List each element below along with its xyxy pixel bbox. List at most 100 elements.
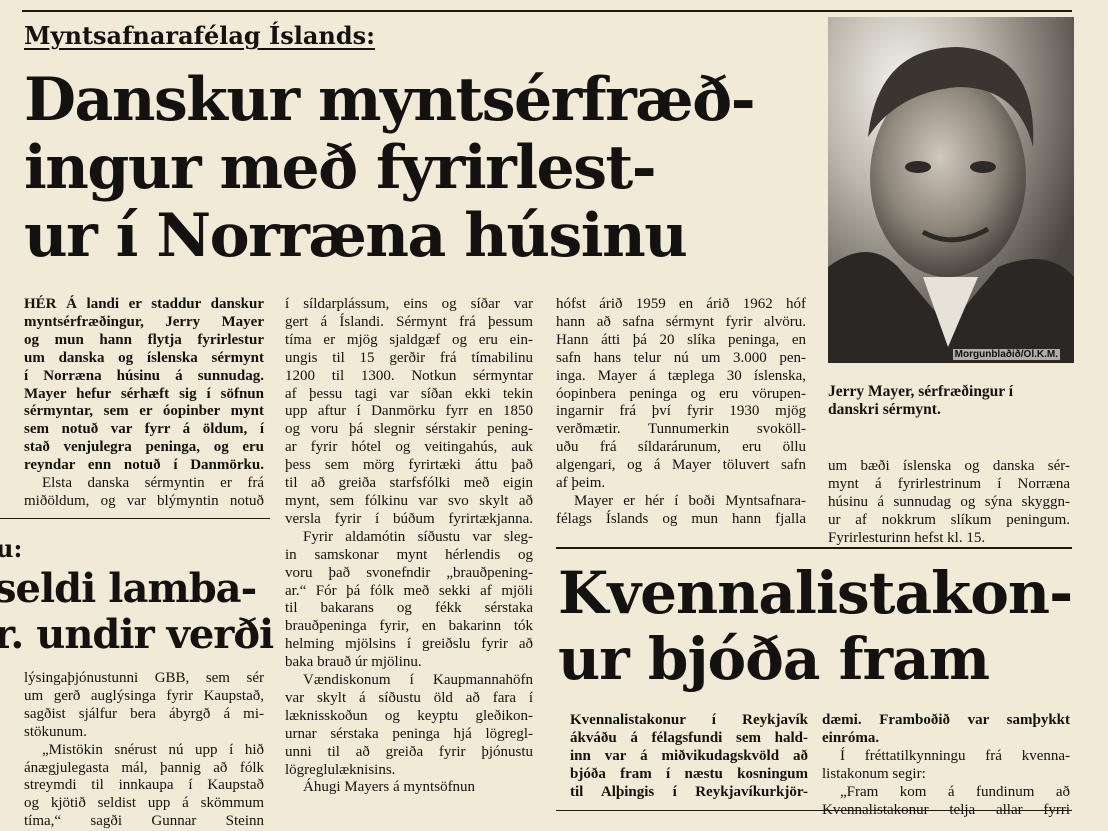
text-line: unni til að greiða fyrir þjónustu	[285, 743, 533, 760]
text-line: hófst árið 1959 en árið 1962 hóf	[556, 296, 806, 312]
text-line: ar fyrir hótel og veitingahús, auk	[285, 439, 533, 456]
text-line: myntsérfræðingur, Jerry Mayer	[24, 313, 264, 330]
text-line: baka brauð úr mjölinu.	[285, 654, 422, 671]
text-line: mynt á fyrirlestrinum í Norræna	[828, 475, 1070, 492]
column-rule	[0, 518, 270, 519]
text-line: Vændiskonum í Kaupmannahöfn	[303, 672, 533, 689]
text-line: bjóða fram í næstu kosningum	[570, 765, 808, 782]
text-line: upp aftur í Danmörku fyrr en 1850	[285, 403, 533, 420]
text-line: óopinbera peninga og eru vörupen-	[556, 385, 806, 402]
text-line: Í fréttatilkynningu frá kvenna-	[840, 747, 1070, 764]
headline-line: r. undir verði	[0, 611, 274, 658]
text-line: helming mjölsins í greiðslu fyrir að	[285, 636, 533, 653]
caption-line: Jerry Mayer, sérfræðingur í	[828, 383, 1014, 400]
article2-headline: seldi lamba- r. undir verði	[0, 566, 274, 658]
text-line: Kvennalistakonur í Reykjavík	[570, 712, 808, 728]
text-line: stökunum.	[24, 723, 87, 740]
article1-kicker: Myntsafnarafélag Íslands:	[24, 21, 376, 50]
text-line: hann að safna sérmynt fyrir alvöru.	[556, 313, 806, 330]
text-line: Elsta danska sérmyntin er frá	[42, 475, 264, 492]
text-line: ingarnir frá því fyrir 1930 mjög	[556, 403, 806, 420]
text-line: sem notuð var fyrr á öldum, í	[24, 421, 264, 438]
text-line: inga. Mayer á tæplega 30 íslenska,	[556, 367, 806, 384]
text-line: Mayer er hér í boði Myntsafnara-	[574, 492, 806, 509]
headline-line: ingur með fyrirlest-	[24, 133, 657, 203]
text-line: HÉR Á landi er staddur danskur	[24, 296, 264, 312]
photo-caption: Jerry Mayer, sérfræðingur í danskri sérm…	[828, 383, 1070, 419]
text-line: streymdi til innkaupa í Kaupstað	[24, 777, 264, 794]
text-line: dæmi. Framboðið var samþykkt	[822, 712, 1070, 728]
text-line: urnar sérstaka peninga hjá lögregl-	[285, 725, 533, 742]
text-line: Mayer hefur sérhæft sig í söfnun	[24, 385, 264, 402]
text-line: inn var á miðvikudagskvöld að	[570, 747, 808, 764]
text-line: og voru þá slegnir sérstakir pening-	[285, 421, 533, 438]
text-line: brauðpeninga fyrir, en bakarinn tók	[285, 618, 533, 635]
text-line: af þessu tagi var síðan ekki tekin	[285, 385, 533, 402]
section-rule	[556, 547, 1072, 549]
text-line: verðmætir. Tunnumerkin svoköll-	[556, 421, 806, 438]
text-line: lögreglulæknisins.	[285, 761, 396, 778]
text-line: gert á Íslandi. Sérmynt frá þessum	[285, 313, 533, 330]
article1-column-1: HÉR Á landi er staddur danskur myntsérfræ…	[24, 296, 264, 511]
text-line: í síldarplássum, eins og síðar var	[285, 296, 533, 312]
text-line: og kjötið seldist upp á skömmum	[24, 795, 264, 812]
text-line: ákváðu á félagsfundi sem hald-	[570, 729, 808, 746]
text-line: miðöldum, og var blýmyntin notuð	[24, 492, 264, 509]
article2-body: lýsingaþjónustunni GBB, sem sér um gerð a…	[24, 670, 264, 831]
text-line: félags Íslands og mun hann fjalla	[556, 510, 806, 527]
text-line: „Mistökin snérust nú upp í hið	[42, 741, 264, 758]
text-line: ar.“ Fór þá fólk með sekki af mjöli	[285, 582, 533, 599]
text-line: tíma,“ sagði Gunnar Steinn	[24, 813, 264, 830]
text-line: tíma er mjög sjaldgæf og eru ein-	[285, 331, 533, 348]
text-line: til bakarans og fékk sérstaka	[285, 600, 533, 617]
text-line: um gerð auglýsinga fyrir Kaupstað,	[24, 687, 264, 704]
article1-column-2: í síldarplássum, eins og síðar var gert á…	[285, 296, 533, 797]
text-line: var skylt á síðustu öld að fara í	[285, 689, 533, 706]
text-line: ungis til 15 gerðir frá tímabilinu	[285, 349, 533, 366]
text-line: ur af nokkrum slíkum peningum.	[828, 511, 1070, 528]
text-line: um danska og íslenska sérmynt	[24, 349, 264, 366]
text-line: til að greiða starfsfólki með eigin	[285, 475, 533, 492]
headline-line: Kvennalistakon-	[558, 559, 1073, 627]
article3-column-1: Kvennalistakonur í Reykjavík ákváðu á fél…	[570, 712, 808, 802]
text-line: læknisskoðun og keyptu gleðikon-	[285, 707, 533, 724]
text-line: listakonum segir:	[822, 765, 926, 782]
text-line: 1200 til 1300. Notkun sérmyntar	[285, 367, 533, 384]
article3-headline: Kvennalistakon- ur bjóða fram	[558, 559, 1073, 693]
text-line: til Alþingis í Reykjavíkurkjör-	[570, 783, 808, 800]
caption-line: danskri sérmynt.	[828, 401, 941, 418]
text-line: mynt, sem fólkinu var svo skylt að	[285, 492, 533, 509]
text-line: í Norræna húsinu á sunnudag.	[24, 367, 264, 384]
text-line: „Fram kom á fundinum að	[840, 783, 1070, 800]
headline-line: Danskur myntsérfræð-	[24, 65, 756, 135]
text-line: versla fyrir í búðum fyrirtækjanna.	[285, 510, 533, 527]
portrait-image	[828, 17, 1074, 363]
text-line: sérmyntar, sem er óopinber mynt	[24, 403, 264, 420]
text-line: in samskonar mynt hérlendis og	[285, 546, 533, 563]
text-line: af þeim.	[556, 475, 606, 492]
text-line: Hann átti þá 20 slíka peninga, en	[556, 331, 806, 348]
text-line: Fyrirlesturinn hefst kl. 15.	[828, 529, 986, 546]
photo-credit: Morgunblaðið/Ól.K.M.	[952, 349, 1060, 360]
text-line: algengari, og á Mayer töluvert safn	[556, 457, 806, 474]
text-line: og mun hann flytja fyrirlestur	[24, 331, 264, 348]
headline-line: ur bjóða fram	[558, 625, 990, 693]
text-line: Áhugi Mayers á myntsöfnun	[303, 779, 476, 796]
text-line: einróma.	[822, 729, 880, 746]
article3-column-2: dæmi. Framboðið var samþykkt einróma. Í fr…	[822, 712, 1070, 819]
text-line: reyndar enn notuð í Danmörku.	[24, 457, 264, 474]
text-line: húsinu á sunnudag og sýna skyggn-	[828, 493, 1070, 510]
portrait-photo: Morgunblaðið/Ól.K.M.	[828, 17, 1074, 363]
text-line: voru það svonefndir „brauðpening-	[285, 564, 533, 581]
text-line: sagðist sjálfur bera ábyrgð á mi-	[24, 705, 264, 722]
text-line: safn hans telur nú um 3.000 pen-	[556, 349, 806, 366]
article1-headline: Danskur myntsérfræð- ingur með fyrirlest…	[24, 65, 756, 271]
text-line: Fyrir aldamótin síðustu var sleg-	[303, 528, 533, 545]
article1-column-4: um bæði íslenska og danska sér-mynt á fy…	[828, 458, 1070, 548]
text-line: þess sem mörg fyrirtæki áttu það	[285, 457, 533, 474]
article2-kicker: u:	[0, 534, 23, 563]
headline-line: ur í Norræna húsinu	[24, 201, 688, 271]
text-line: stað venjulegra peninga, og eru	[24, 439, 264, 456]
article1-column-3: hófst árið 1959 en árið 1962 hóf hann að …	[556, 296, 806, 529]
text-line: ánægjulegasta mál, þannig að fólk	[24, 759, 264, 776]
